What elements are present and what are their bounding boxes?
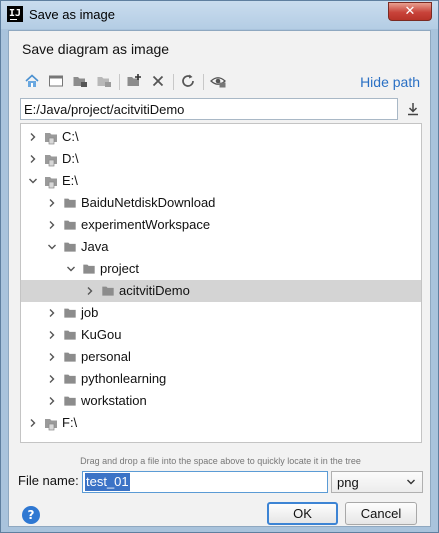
tree-item-label: job (81, 305, 99, 320)
tree-drive-row[interactable]: E:\ (21, 170, 421, 192)
tree-drive-row[interactable]: D:\ (21, 148, 421, 170)
drive-icon (45, 155, 57, 167)
folder-icon (64, 396, 76, 406)
save-as-image-window: IJ Save as image ✕ Save diagram as image (0, 0, 439, 533)
tree-item-label: Java (81, 239, 109, 254)
file-name-row: File name: test_01 png (18, 471, 423, 493)
tree-folder-row[interactable]: Java (21, 236, 421, 258)
module-icon[interactable] (94, 71, 114, 91)
tree-folder-row[interactable]: experimentWorkspace (21, 214, 421, 236)
chevron-down-icon[interactable] (46, 241, 58, 253)
tree-item-label: personal (81, 349, 131, 364)
chevron-right-icon[interactable] (27, 131, 39, 143)
format-value: png (337, 475, 359, 490)
chevron-down-icon[interactable] (65, 263, 77, 275)
folder-icon (64, 220, 76, 230)
hide-path-link[interactable]: Hide path (360, 74, 420, 90)
drive-icon (45, 133, 57, 145)
tree-item-label: D:\ (62, 151, 79, 166)
tree-folder-row[interactable]: workstation (21, 390, 421, 412)
chevron-right-icon[interactable] (27, 417, 39, 429)
home-icon[interactable] (22, 71, 42, 91)
tree-folder-row[interactable]: BaiduNetdiskDownload (21, 192, 421, 214)
cancel-button[interactable]: Cancel (345, 502, 417, 525)
tree-item-label: acitvitiDemo (119, 283, 190, 298)
help-icon[interactable]: ? (22, 506, 40, 524)
project-icon[interactable] (70, 71, 90, 91)
format-select[interactable]: png (331, 471, 423, 493)
chevron-right-icon[interactable] (46, 307, 58, 319)
tree-drive-row[interactable]: C:\ (21, 126, 421, 148)
drive-icon (45, 419, 57, 431)
tree-folder-row[interactable]: personal (21, 346, 421, 368)
chevron-down-icon[interactable] (27, 175, 39, 187)
desktop-icon[interactable] (46, 71, 66, 91)
chevron-right-icon[interactable] (46, 197, 58, 209)
refresh-icon[interactable] (178, 71, 198, 91)
folder-icon (64, 198, 76, 208)
drive-icon (45, 177, 57, 189)
toolbar-separator (203, 74, 204, 90)
folder-icon (64, 330, 76, 340)
folder-icon (64, 308, 76, 318)
tree-item-label: E:\ (62, 173, 78, 188)
show-hidden-icon[interactable] (208, 71, 228, 91)
tree-folder-row[interactable]: job (21, 302, 421, 324)
file-name-value: test_01 (85, 473, 130, 491)
chevron-right-icon[interactable] (46, 395, 58, 407)
chevron-right-icon[interactable] (46, 373, 58, 385)
tree-drive-row[interactable]: F:\ (21, 412, 421, 434)
tree-item-label: KuGou (81, 327, 122, 342)
chevron-right-icon[interactable] (46, 351, 58, 363)
file-name-label: File name: (18, 473, 79, 488)
file-tree[interactable]: C:\ D:\ E:\ BaiduNetdiskDownload experimentW… (20, 123, 422, 443)
window-title: Save as image (29, 7, 115, 22)
intellij-app-icon: IJ (7, 6, 23, 22)
chevron-right-icon[interactable] (84, 285, 96, 297)
new-folder-icon[interactable] (124, 71, 144, 91)
tree-folder-row[interactable]: pythonlearning (21, 368, 421, 390)
tree-folder-row[interactable]: project (21, 258, 421, 280)
dialog-body: Save diagram as image Hide path E:/Java/… (8, 30, 431, 527)
chevron-right-icon[interactable] (27, 153, 39, 165)
chevron-right-icon[interactable] (46, 329, 58, 341)
path-input[interactable] (20, 98, 398, 120)
close-button[interactable]: ✕ (388, 2, 432, 21)
folder-icon (83, 264, 95, 274)
path-row (20, 98, 421, 120)
tree-folder-row[interactable]: KuGou (21, 324, 421, 346)
folder-icon (102, 286, 114, 296)
file-chooser-toolbar: Hide path (22, 71, 420, 93)
folder-icon (64, 374, 76, 384)
tree-item-label: C:\ (62, 129, 79, 144)
tree-folder-row[interactable]: acitvitiDemo (21, 280, 421, 302)
toolbar-separator (173, 74, 174, 90)
tree-item-label: F:\ (62, 415, 78, 430)
tree-item-label: BaiduNetdiskDownload (81, 195, 216, 210)
chevron-down-icon (407, 479, 415, 485)
download-icon[interactable] (405, 101, 421, 117)
delete-icon[interactable] (148, 71, 168, 91)
tree-item-label: project (100, 261, 140, 276)
folder-icon (64, 352, 76, 362)
chevron-right-icon[interactable] (46, 219, 58, 231)
toolbar-separator (119, 74, 120, 90)
dialog-heading: Save diagram as image (22, 41, 170, 57)
tree-item-label: workstation (81, 393, 147, 408)
ok-button[interactable]: OK (267, 502, 338, 525)
tree-item-label: pythonlearning (81, 371, 167, 386)
drag-drop-hint: Drag and drop a file into the space abov… (80, 456, 361, 466)
tree-item-label: experimentWorkspace (81, 217, 211, 232)
folder-icon (64, 242, 76, 252)
file-name-input[interactable]: test_01 (82, 471, 328, 493)
title-bar[interactable]: IJ Save as image ✕ (1, 1, 438, 29)
